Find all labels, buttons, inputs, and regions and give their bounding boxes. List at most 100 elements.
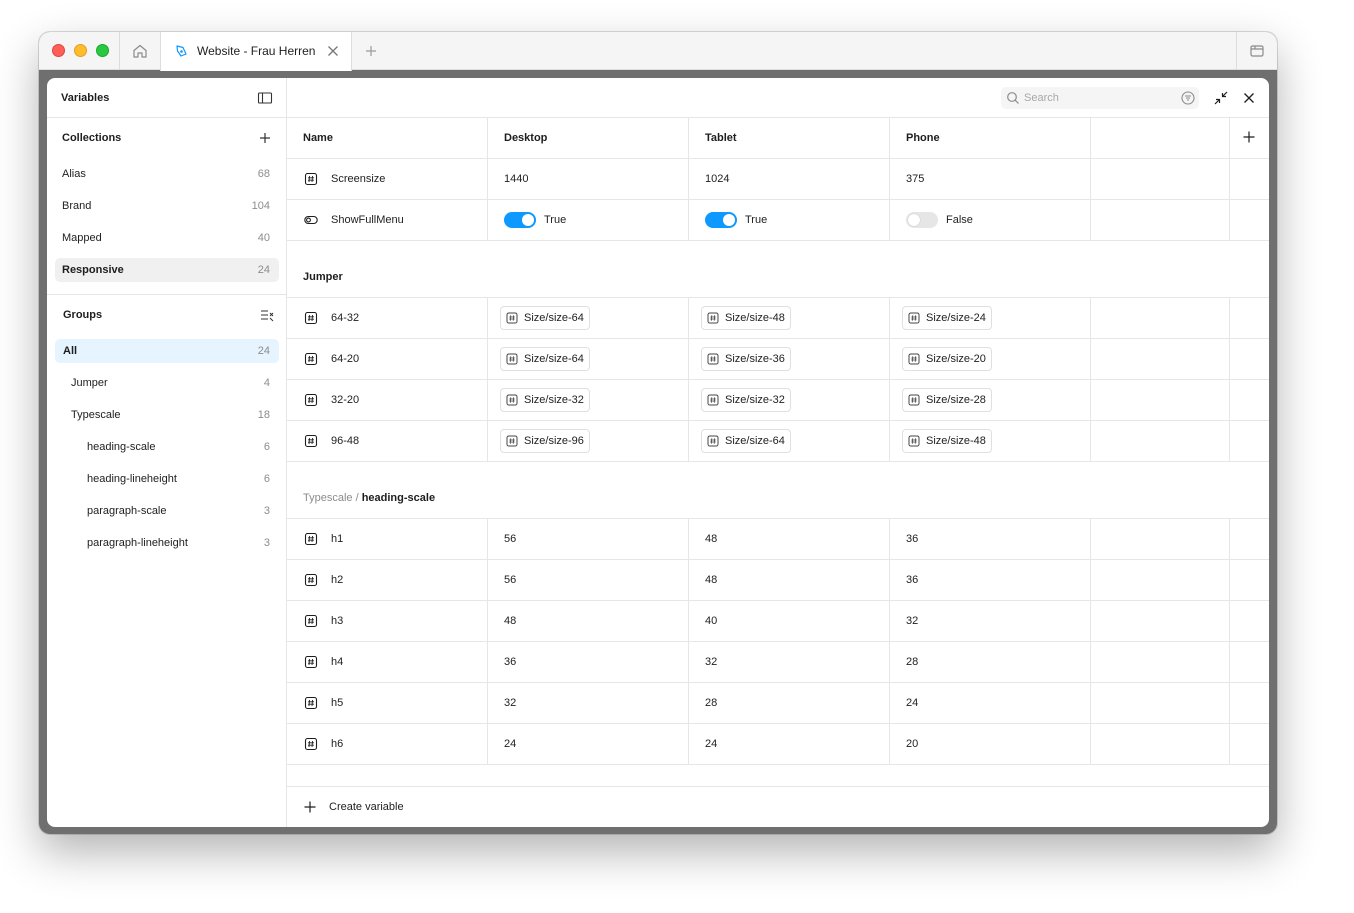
value-cell[interactable]: 375 <box>890 159 1091 199</box>
name-cell[interactable]: Screensize <box>287 159 488 199</box>
group-item[interactable]: paragraph-lineheight 3 <box>55 531 279 555</box>
search-field[interactable] <box>1001 87 1199 109</box>
collection-item[interactable]: Alias 68 <box>55 162 279 186</box>
sidebar-icon[interactable] <box>1249 43 1265 59</box>
value-cell[interactable]: 32 <box>488 683 689 723</box>
collapse-icon[interactable] <box>1213 90 1229 106</box>
window-maximize-button[interactable] <box>96 44 109 57</box>
alias-pill[interactable]: Size/size-48 <box>902 429 992 453</box>
group-item-selected[interactable]: All 24 <box>55 339 279 363</box>
add-mode-icon[interactable] <box>1242 130 1256 144</box>
table-row[interactable]: 64-32 Size/size-64 Size/size-48 Size/siz… <box>287 298 1269 339</box>
table-row[interactable]: h1 56 48 36 <box>287 519 1269 560</box>
value-cell[interactable]: 36 <box>488 642 689 682</box>
alias-pill[interactable]: Size/size-24 <box>902 306 992 330</box>
alias-pill[interactable]: Size/size-64 <box>500 347 590 371</box>
alias-pill[interactable]: Size/size-32 <box>500 388 590 412</box>
close-icon[interactable] <box>1241 90 1257 106</box>
home-icon[interactable] <box>129 42 151 60</box>
value-cell[interactable]: 32 <box>689 642 890 682</box>
value-cell[interactable]: 32 <box>890 601 1091 641</box>
value-cell[interactable]: 48 <box>689 560 890 600</box>
value-cell[interactable]: Size/size-32 <box>689 380 890 420</box>
name-cell[interactable]: 96-48 <box>287 421 488 461</box>
collection-item[interactable]: Mapped 40 <box>55 226 279 250</box>
search-input[interactable] <box>1024 90 1174 106</box>
collection-item[interactable]: Brand 104 <box>55 194 279 218</box>
value-cell[interactable]: 1440 <box>488 159 689 199</box>
window-minimize-button[interactable] <box>74 44 87 57</box>
table-row[interactable]: ShowFullMenu True True False <box>287 200 1269 241</box>
alias-pill[interactable]: Size/size-64 <box>701 429 791 453</box>
value-cell[interactable]: 1024 <box>689 159 890 199</box>
table-row[interactable]: h5 32 28 24 <box>287 683 1269 724</box>
table-row[interactable]: 64-20 Size/size-64 Size/size-36 Size/siz… <box>287 339 1269 380</box>
window-close-button[interactable] <box>52 44 65 57</box>
value-cell[interactable]: Size/size-64 <box>488 339 689 379</box>
add-collection-icon[interactable] <box>258 131 272 145</box>
value-cell[interactable]: 56 <box>488 519 689 559</box>
column-header-desktop[interactable]: Desktop <box>488 118 689 158</box>
browser-tab-active[interactable]: Website - Frau Herren <box>160 32 352 71</box>
column-header-phone[interactable]: Phone <box>890 118 1091 158</box>
boolean-toggle[interactable] <box>504 212 536 228</box>
alias-pill[interactable]: Size/size-28 <box>902 388 992 412</box>
value-cell[interactable]: Size/size-32 <box>488 380 689 420</box>
table-row[interactable]: 32-20 Size/size-32 Size/size-32 Size/siz… <box>287 380 1269 421</box>
value-cell[interactable]: Size/size-20 <box>890 339 1091 379</box>
name-cell[interactable]: h2 <box>287 560 488 600</box>
alias-pill[interactable]: Size/size-36 <box>701 347 791 371</box>
name-cell[interactable]: ShowFullMenu <box>287 200 488 240</box>
boolean-toggle[interactable] <box>906 212 938 228</box>
toggle-sidebar-icon[interactable] <box>257 90 273 106</box>
value-cell[interactable]: Size/size-28 <box>890 380 1091 420</box>
alias-pill[interactable]: Size/size-20 <box>902 347 992 371</box>
alias-pill[interactable]: Size/size-48 <box>701 306 791 330</box>
table-row[interactable]: h6 24 24 20 <box>287 724 1269 765</box>
value-cell[interactable]: True <box>488 200 689 240</box>
value-cell[interactable]: 24 <box>689 724 890 764</box>
create-variable-button[interactable]: Create variable <box>287 786 1269 827</box>
value-cell[interactable]: 28 <box>890 642 1091 682</box>
value-cell[interactable]: 20 <box>890 724 1091 764</box>
group-item[interactable]: heading-lineheight 6 <box>55 467 279 491</box>
value-cell[interactable]: Size/size-64 <box>689 421 890 461</box>
name-cell[interactable]: 32-20 <box>287 380 488 420</box>
group-item[interactable]: paragraph-scale 3 <box>55 499 279 523</box>
value-cell[interactable]: 36 <box>890 560 1091 600</box>
name-cell[interactable]: 64-20 <box>287 339 488 379</box>
table-row[interactable]: h3 48 40 32 <box>287 601 1269 642</box>
value-cell[interactable]: Size/size-48 <box>890 421 1091 461</box>
alias-pill[interactable]: Size/size-64 <box>500 306 590 330</box>
value-cell[interactable]: Size/size-24 <box>890 298 1091 338</box>
name-cell[interactable]: 64-32 <box>287 298 488 338</box>
table-row[interactable]: h2 56 48 36 <box>287 560 1269 601</box>
table-row[interactable]: 96-48 Size/size-96 Size/size-64 Size/siz… <box>287 421 1269 462</box>
close-icon[interactable] <box>325 43 341 59</box>
value-cell[interactable]: True <box>689 200 890 240</box>
value-cell[interactable]: 56 <box>488 560 689 600</box>
group-item[interactable]: heading-scale 6 <box>55 435 279 459</box>
alias-pill[interactable]: Size/size-32 <box>701 388 791 412</box>
group-item[interactable]: Jumper 4 <box>55 371 279 395</box>
table-row[interactable]: h4 36 32 28 <box>287 642 1269 683</box>
name-cell[interactable]: h1 <box>287 519 488 559</box>
name-cell[interactable]: h4 <box>287 642 488 682</box>
group-item[interactable]: Typescale 18 <box>55 403 279 427</box>
value-cell[interactable]: 24 <box>890 683 1091 723</box>
value-cell[interactable]: Size/size-48 <box>689 298 890 338</box>
value-cell[interactable]: Size/size-36 <box>689 339 890 379</box>
value-cell[interactable]: 36 <box>890 519 1091 559</box>
value-cell[interactable]: Size/size-64 <box>488 298 689 338</box>
group-options-icon[interactable] <box>260 308 274 322</box>
name-cell[interactable]: h3 <box>287 601 488 641</box>
plus-icon[interactable] <box>363 43 379 59</box>
value-cell[interactable]: 48 <box>689 519 890 559</box>
alias-pill[interactable]: Size/size-96 <box>500 429 590 453</box>
value-cell[interactable]: Size/size-96 <box>488 421 689 461</box>
collection-item-selected[interactable]: Responsive 24 <box>55 258 279 282</box>
table-row[interactable]: Screensize 1440 1024 375 <box>287 159 1269 200</box>
value-cell[interactable]: 24 <box>488 724 689 764</box>
value-cell[interactable]: 40 <box>689 601 890 641</box>
filter-icon[interactable] <box>1181 91 1195 105</box>
